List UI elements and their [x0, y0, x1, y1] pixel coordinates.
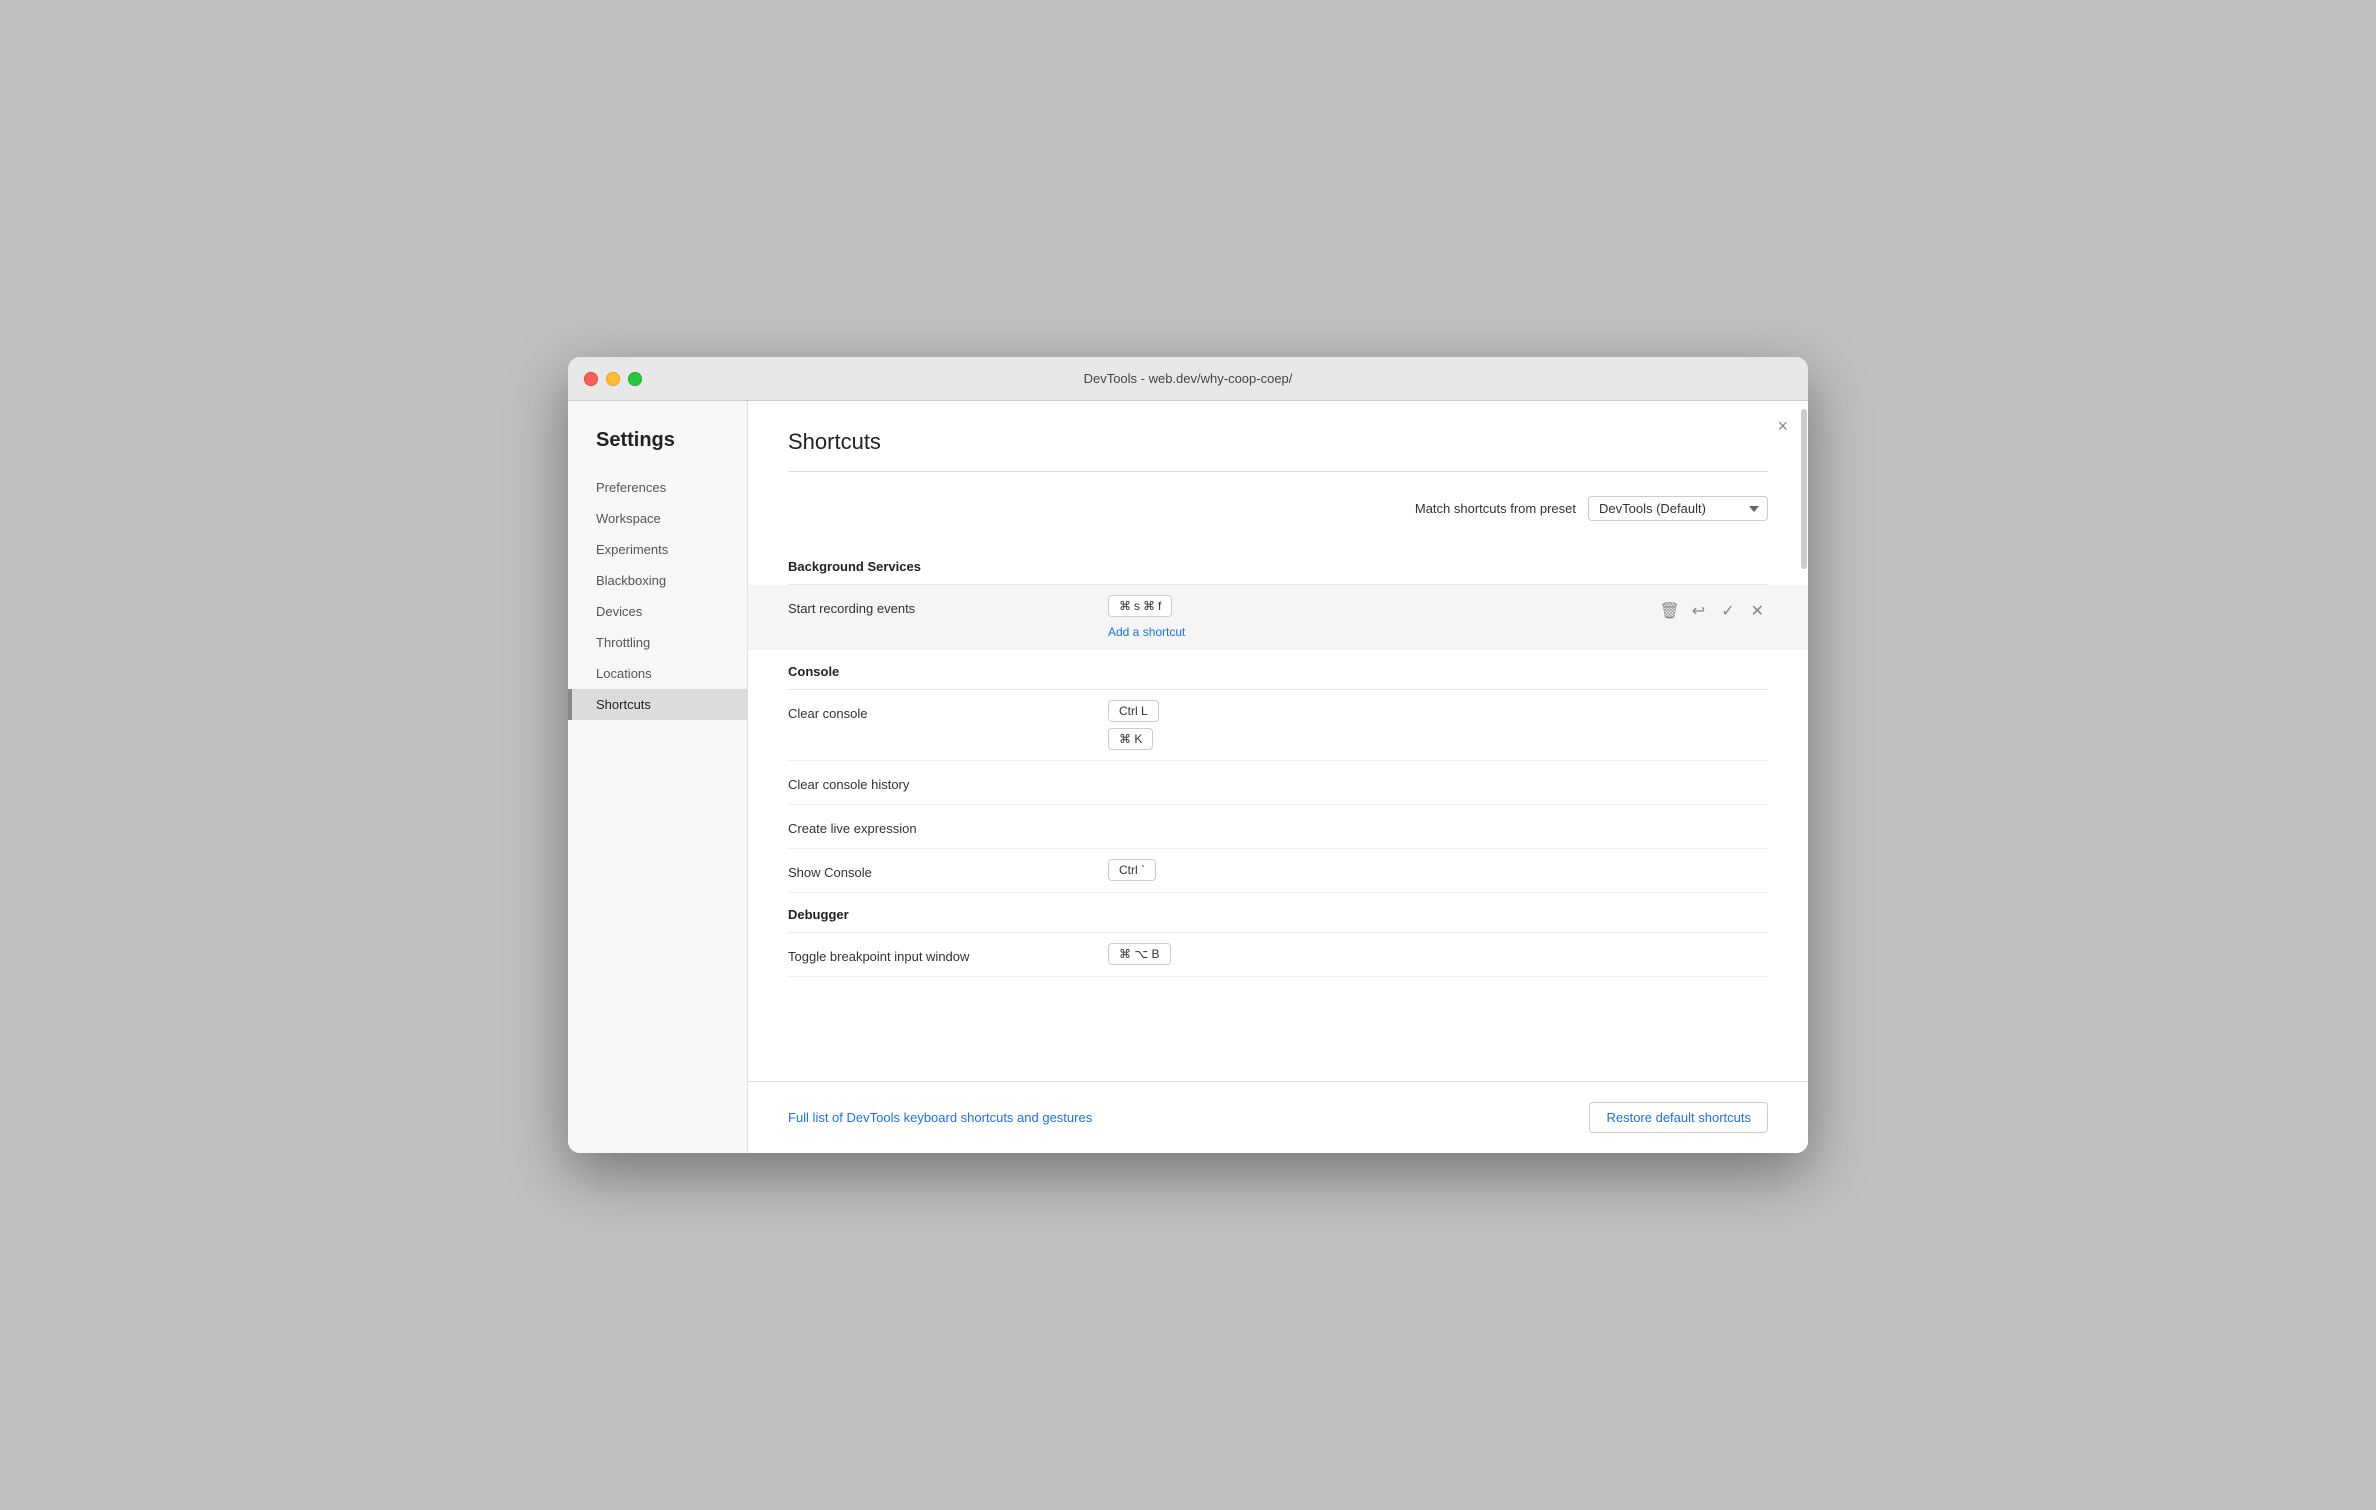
shortcut-name-clear-console: Clear console [788, 700, 1108, 721]
shortcut-name-clear-console-history: Clear console history [788, 771, 1108, 792]
key-badge-ctrl-l: Ctrl L [1108, 700, 1159, 722]
sidebar-item-experiments[interactable]: Experiments [568, 534, 747, 565]
full-list-link[interactable]: Full list of DevTools keyboard shortcuts… [788, 1110, 1092, 1125]
shortcut-name-toggle-breakpoint: Toggle breakpoint input window [788, 943, 1108, 964]
titlebar: DevTools - web.dev/why-coop-coep/ [568, 357, 1808, 401]
section-header-debugger: Debugger [788, 893, 1768, 933]
preset-label: Match shortcuts from preset [1415, 501, 1576, 516]
page-title: Shortcuts [788, 429, 1768, 472]
preset-select[interactable]: DevTools (Default) VS Code [1588, 496, 1768, 521]
sidebar-item-shortcuts[interactable]: Shortcuts [568, 689, 747, 720]
key-badge-cmd-k: ⌘ K [1108, 728, 1153, 750]
main-panel: × Shortcuts Match shortcuts from preset … [748, 401, 1808, 1153]
shortcut-row-actions: 🗑 ↩ ✓ ✕ [1651, 595, 1768, 625]
sidebar-item-devices[interactable]: Devices [568, 596, 747, 627]
key-badge-ctrl-backtick: Ctrl ` [1108, 859, 1156, 881]
shortcut-row-toggle-breakpoint: Toggle breakpoint input window ⌘ ⌥ B [788, 933, 1768, 977]
sidebar-item-blackboxing[interactable]: Blackboxing [568, 565, 747, 596]
close-traffic-light[interactable] [584, 372, 598, 386]
settings-content: Settings Preferences Workspace Experimen… [568, 401, 1808, 1153]
action-buttons: ↩ ✓ ✕ [1688, 597, 1768, 625]
app-window: DevTools - web.dev/why-coop-coep/ Settin… [568, 357, 1808, 1153]
shortcut-row-show-console: Show Console Ctrl ` [788, 849, 1768, 893]
minimize-traffic-light[interactable] [606, 372, 620, 386]
delete-shortcut-button[interactable]: 🗑 [1651, 597, 1687, 625]
shortcut-keys-clear-console: Ctrl L ⌘ K [1108, 700, 1768, 750]
shortcut-keys-show-console: Ctrl ` [1108, 859, 1768, 881]
shortcut-row-create-live-expression: Create live expression [788, 805, 1768, 849]
maximize-traffic-light[interactable] [628, 372, 642, 386]
shortcut-keys-toggle-breakpoint: ⌘ ⌥ B [1108, 943, 1768, 965]
shortcut-row-clear-console-history: Clear console history [788, 761, 1768, 805]
section-header-console: Console [788, 650, 1768, 690]
preset-row: Match shortcuts from preset DevTools (De… [788, 496, 1768, 521]
settings-heading: Settings [568, 429, 747, 472]
shortcut-row-start-recording: Start recording events ⌘ s ⌘ f Add a sho… [748, 585, 1808, 650]
sidebar-item-workspace[interactable]: Workspace [568, 503, 747, 534]
shortcut-keys-start-recording: ⌘ s ⌘ f Add a shortcut [1108, 595, 1639, 639]
sidebar-item-locations[interactable]: Locations [568, 658, 747, 689]
sidebar-item-preferences[interactable]: Preferences [568, 472, 747, 503]
section-header-background-services: Background Services [788, 545, 1768, 585]
confirm-shortcut-button[interactable]: ✓ [1717, 597, 1738, 625]
sidebar-item-throttling[interactable]: Throttling [568, 627, 747, 658]
traffic-lights [584, 372, 642, 386]
key-badge-cmd-opt-b: ⌘ ⌥ B [1108, 943, 1171, 965]
restore-defaults-button[interactable]: Restore default shortcuts [1589, 1102, 1768, 1133]
sidebar: Settings Preferences Workspace Experimen… [568, 401, 748, 1153]
scrollbar-track[interactable] [1800, 401, 1808, 1153]
window-title: DevTools - web.dev/why-coop-coep/ [1084, 371, 1293, 386]
main-scroll-area: Shortcuts Match shortcuts from preset De… [748, 401, 1808, 1081]
shortcut-name-start-recording: Start recording events [788, 595, 1108, 616]
key-badge-cmd-s-cmd-f: ⌘ s ⌘ f [1108, 595, 1172, 617]
add-shortcut-link[interactable]: Add a shortcut [1108, 625, 1639, 639]
shortcut-name-create-live-expression: Create live expression [788, 815, 1108, 836]
undo-shortcut-button[interactable]: ↩ [1688, 597, 1709, 625]
scrollbar-thumb[interactable] [1801, 409, 1807, 569]
close-button[interactable]: × [1777, 417, 1788, 435]
cancel-shortcut-button[interactable]: ✕ [1747, 597, 1768, 625]
shortcut-name-show-console: Show Console [788, 859, 1108, 880]
footer: Full list of DevTools keyboard shortcuts… [748, 1081, 1808, 1153]
shortcut-row-clear-console: Clear console Ctrl L ⌘ K [788, 690, 1768, 761]
